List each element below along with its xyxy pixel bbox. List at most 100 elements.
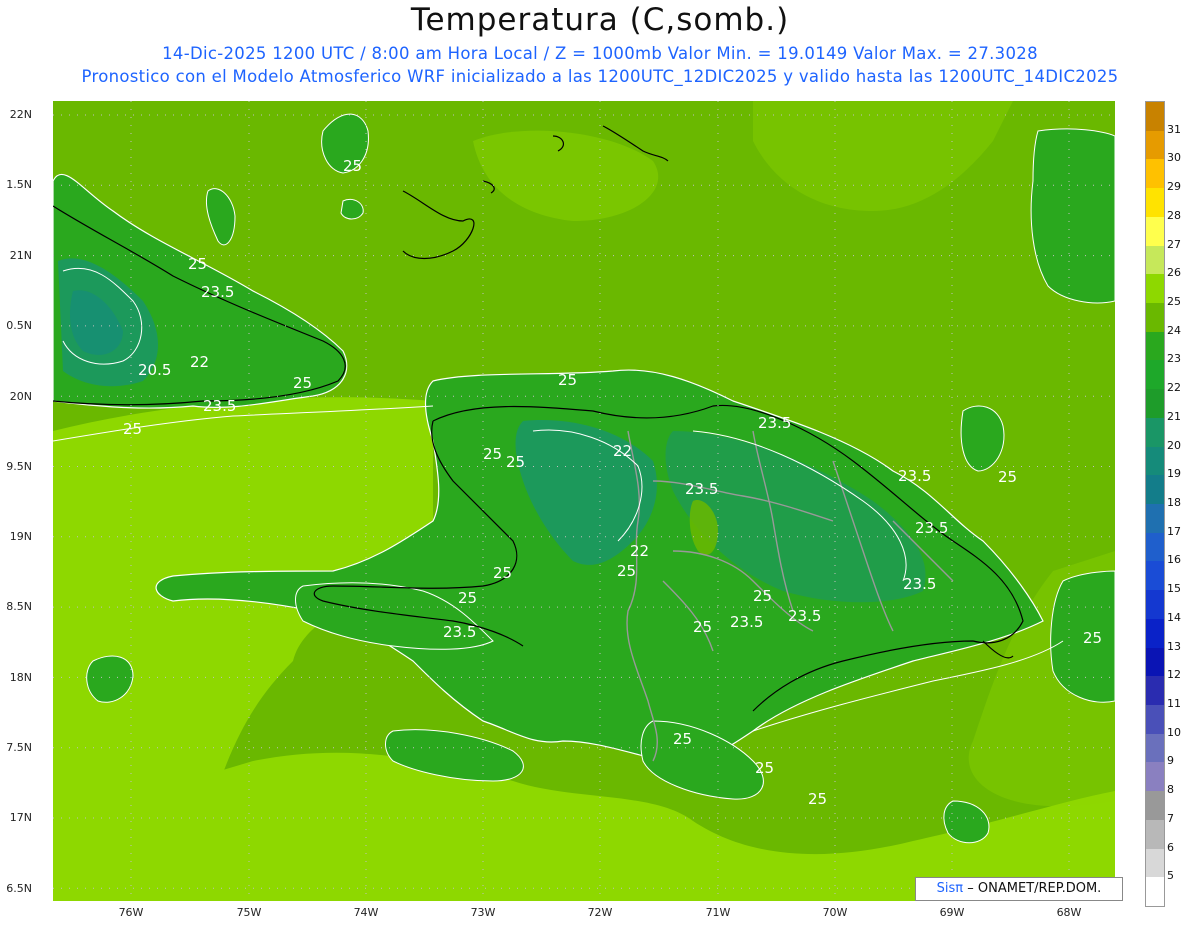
contour-value-label: 23.5 — [903, 575, 936, 593]
contour-value-label: 25 — [808, 790, 827, 808]
lat-label: 17N — [9, 811, 32, 824]
contour-value-label: 22 — [613, 442, 632, 460]
colorbar-label: 27 — [1167, 237, 1181, 251]
contour-value-label: 23.5 — [203, 397, 236, 415]
colorbar-label: 31 — [1167, 122, 1181, 136]
contour-value-label: 25 — [755, 759, 774, 777]
lon-label: 68W — [1056, 906, 1082, 919]
colorbar-label: 17 — [1167, 524, 1181, 538]
contour-value-label: 25 — [617, 562, 636, 580]
colorbar — [1145, 101, 1165, 907]
colorbar-label: 26 — [1167, 266, 1181, 280]
colorbar-swatch — [1146, 877, 1164, 907]
contour-value-label: 25 — [343, 157, 362, 175]
colorbar-label: 18 — [1167, 496, 1181, 509]
lon-label: 76W — [118, 906, 144, 919]
colorbar-swatch — [1146, 475, 1164, 505]
colorbar-swatch — [1146, 389, 1164, 419]
credit-text: – ONAMET/REP.DOM. — [967, 881, 1102, 896]
temperature-map: 252523.520.5 2223.525252523.525 2223.523.5… — [53, 101, 1115, 901]
contour-value-label: 20.5 — [138, 361, 171, 379]
contour-value-label: 23.5 — [788, 607, 821, 625]
lat-label: 21N — [9, 249, 32, 262]
colorbar-swatch — [1146, 848, 1164, 878]
contour-value-label: 25 — [673, 730, 692, 748]
colorbar-swatch — [1146, 618, 1164, 648]
colorbar-swatch — [1146, 791, 1164, 821]
contour-value-label: 25 — [293, 374, 312, 392]
lat-label: 8.5N — [6, 600, 32, 613]
colorbar-swatch — [1146, 819, 1164, 849]
lat-label: 20N — [9, 390, 32, 403]
colorbar-swatch — [1146, 102, 1164, 131]
subtitle-model: Pronostico con el Modelo Atmosferico WRF… — [81, 67, 1119, 86]
colorbar-swatch — [1146, 130, 1164, 160]
colorbar-label: 28 — [1167, 208, 1181, 222]
colorbar-swatch — [1146, 504, 1164, 533]
lat-label: 9.5N — [6, 460, 32, 473]
colorbar-swatch — [1146, 532, 1164, 562]
lon-label: 70W — [822, 906, 848, 919]
contour-value-label: 23.5 — [915, 519, 948, 537]
colorbar-label: 22 — [1167, 381, 1181, 395]
lat-label: 19N — [9, 530, 32, 543]
colorbar-swatch — [1146, 216, 1164, 246]
contour-value-label: 25 — [753, 587, 772, 605]
colorbar-swatch — [1146, 561, 1164, 591]
contour-value-label: 25 — [506, 453, 525, 471]
colorbar-label: 11 — [1167, 697, 1181, 710]
lat-label: 1.5N — [6, 178, 32, 191]
colorbar-label: 19 — [1167, 467, 1181, 481]
colorbar-swatch — [1146, 762, 1164, 792]
sispi-logo-text: Sisπ — [936, 881, 964, 896]
contour-value-label: 22 — [630, 542, 649, 560]
colorbar-label: 15 — [1167, 582, 1181, 596]
lon-label: 69W — [939, 906, 965, 919]
contour-value-label: 25 — [558, 371, 577, 389]
lon-label: 74W — [353, 906, 379, 919]
contour-value-label: 23.5 — [201, 283, 234, 301]
colorbar-label: 16 — [1167, 553, 1181, 567]
subtitle-time: 14-Dic-2025 1200 UTC / 8:00 am Hora Loca… — [162, 44, 1038, 63]
contour-value-label: 25 — [483, 445, 502, 463]
lat-label: 7.5N — [6, 741, 32, 754]
colorbar-label: 7 — [1167, 811, 1174, 825]
colorbar-label: 30 — [1167, 151, 1181, 165]
colorbar-label: 23 — [1167, 352, 1181, 366]
colorbar-label: 8 — [1167, 783, 1174, 797]
lon-label: 73W — [470, 906, 496, 919]
colorbar-swatch — [1146, 360, 1164, 390]
contour-value-label: 23.5 — [730, 613, 763, 631]
colorbar-label: 10 — [1167, 725, 1181, 739]
colorbar-swatch — [1146, 188, 1164, 218]
contour-value-label: 25 — [123, 420, 142, 438]
lat-label: 18N — [9, 671, 32, 684]
colorbar-swatch — [1146, 676, 1164, 706]
map-title: Temperatura (C,somb.) — [410, 2, 790, 38]
colorbar-swatch — [1146, 446, 1164, 476]
colorbar-swatch — [1146, 647, 1164, 677]
colorbar-swatch — [1146, 245, 1164, 275]
colorbar-label: 6 — [1167, 840, 1174, 854]
lon-label: 72W — [587, 906, 613, 919]
contour-value-label: 25 — [693, 618, 712, 636]
contour-value-label: 25 — [493, 564, 512, 582]
colorbar-swatch — [1146, 331, 1164, 361]
lat-label: 22N — [9, 108, 32, 121]
contour-value-label: 23.5 — [898, 467, 931, 485]
lon-label: 71W — [705, 906, 731, 919]
colorbar-swatch — [1146, 733, 1164, 763]
colorbar-label: 9 — [1167, 754, 1174, 768]
credit-box: Sisπ – ONAMET/REP.DOM. — [915, 877, 1123, 901]
colorbar-label: 14 — [1167, 610, 1181, 624]
colorbar-label: 20 — [1167, 438, 1181, 452]
colorbar-label: 13 — [1167, 639, 1181, 653]
colorbar-label: 21 — [1167, 409, 1181, 423]
colorbar-label: 24 — [1167, 323, 1181, 337]
lat-label: 0.5N — [6, 319, 32, 332]
contour-value-label: 25 — [998, 468, 1017, 486]
lat-label: 6.5N — [6, 882, 32, 895]
contour-value-label: 22 — [190, 353, 209, 371]
contour-value-label: 23.5 — [758, 414, 791, 432]
contour-value-label: 25 — [1083, 629, 1102, 647]
